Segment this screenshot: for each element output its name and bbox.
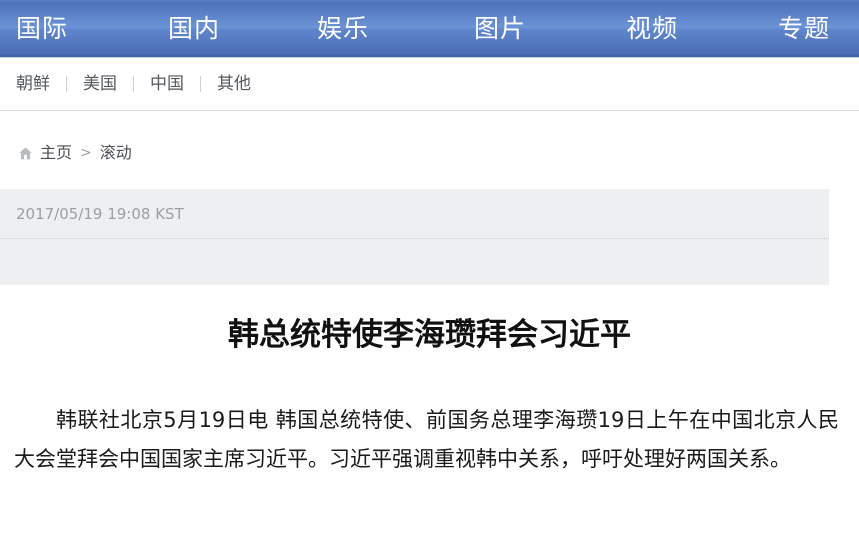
- primary-navigation-bar: 国际 国内 娱乐 图片 视频 专题: [0, 0, 859, 58]
- breadcrumb: 主页 > 滚动: [0, 111, 859, 164]
- article-headline: 韩总统特使李海瓒拜会习近平: [228, 317, 631, 353]
- home-icon[interactable]: [18, 146, 33, 161]
- nav-item-domestic[interactable]: 国内: [168, 16, 220, 41]
- nav-item-photos[interactable]: 图片: [474, 16, 526, 41]
- breadcrumb-separator: >: [80, 145, 92, 161]
- article-meta-box: 2017/05/19 19:08 KST: [0, 189, 829, 285]
- breadcrumb-current-page[interactable]: 滚动: [100, 145, 132, 161]
- subnav-item-china[interactable]: 中国: [134, 75, 200, 93]
- article-body-text: 韩联社北京5月19日电 韩国总统特使、前国务总理李海瓒19日上午在中国北京人民大…: [14, 408, 839, 472]
- subnav-item-north-korea[interactable]: 朝鲜: [16, 75, 66, 93]
- nav-item-international[interactable]: 国际: [16, 16, 68, 41]
- nav-item-video[interactable]: 视频: [626, 16, 678, 41]
- subnav-item-other[interactable]: 其他: [201, 75, 267, 93]
- secondary-navigation-bar: 朝鲜 美国 中国 其他: [0, 58, 859, 111]
- nav-item-entertainment[interactable]: 娱乐: [317, 16, 369, 41]
- subnav-item-usa[interactable]: 美国: [67, 75, 133, 93]
- meta-dotted-divider: [0, 238, 829, 239]
- article-timestamp: 2017/05/19 19:08 KST: [16, 205, 184, 223]
- nav-item-special-topics[interactable]: 专题: [778, 16, 830, 41]
- breadcrumb-home-link[interactable]: 主页: [40, 145, 72, 161]
